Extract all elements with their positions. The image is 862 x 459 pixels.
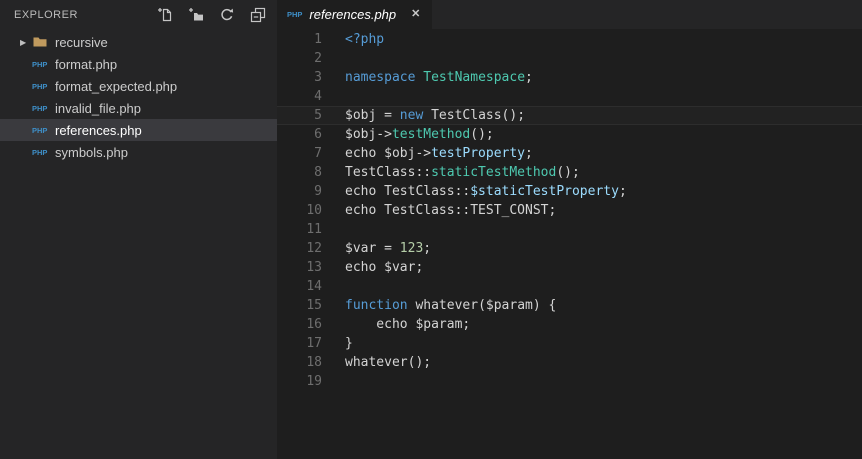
collapse-all-button[interactable] — [249, 6, 267, 24]
file-label: invalid_file.php — [55, 100, 142, 116]
explorer-title: EXPLORER — [14, 9, 78, 21]
code-line-15[interactable]: 15 function whatever($param) { — [277, 296, 862, 315]
code-line-13[interactable]: 13 echo $var; — [277, 258, 862, 277]
line-number: 4 — [314, 89, 322, 104]
code-line-text: <?php — [345, 32, 385, 47]
file-tree: ▶ recursive PHP format.php PHP format_expecte… — [0, 30, 277, 163]
new-folder-icon — [188, 7, 204, 23]
line-number: 15 — [306, 298, 322, 313]
code-line-text: $var = 123; — [345, 241, 432, 256]
code-line-4[interactable]: 4 — [277, 87, 862, 106]
refresh-icon — [219, 7, 235, 23]
code-line-9[interactable]: 9 echo TestClass::$staticTestProperty; — [277, 182, 862, 201]
code-line-text: function whatever($param) { — [345, 298, 557, 313]
code-line-text: TestClass::staticTestMethod(); — [345, 165, 580, 180]
file-label: format_expected.php — [55, 78, 178, 94]
line-number: 14 — [306, 279, 322, 294]
tab-bar: PHP references.php ✕ — [277, 0, 862, 29]
new-file-icon — [157, 7, 173, 23]
code-line-14[interactable]: 14 — [277, 277, 862, 296]
code-line-text: whatever(); — [345, 355, 432, 370]
code-line-19[interactable]: 19 — [277, 372, 862, 391]
php-file-icon: PHP — [32, 103, 48, 113]
code-line-text: echo $var; — [345, 260, 424, 275]
file-item-invalid-file-php[interactable]: PHP invalid_file.php — [0, 97, 277, 119]
code-line-2[interactable]: 2 — [277, 49, 862, 68]
line-number: 16 — [306, 317, 322, 332]
tab-close-icon[interactable]: ✕ — [411, 9, 420, 20]
code-line-text: $obj = new TestClass(); — [345, 108, 526, 123]
line-number: 10 — [306, 203, 322, 218]
code-line-text: $obj->testMethod(); — [345, 127, 494, 142]
code-line-16[interactable]: 16 echo $param; — [277, 315, 862, 334]
line-number: 13 — [306, 260, 322, 275]
code-line-17[interactable]: 17} — [277, 334, 862, 353]
explorer-actions — [156, 6, 267, 24]
line-number: 1 — [314, 32, 322, 47]
chevron-right-icon: ▶ — [20, 37, 27, 47]
code-line-10[interactable]: 10 echo TestClass::TEST_CONST; — [277, 201, 862, 220]
editor-group: PHP references.php ✕ 1 <?php 2 3 namespace T… — [277, 0, 862, 459]
code-line-11[interactable]: 11 — [277, 220, 862, 239]
explorer-header: EXPLORER — [0, 0, 277, 30]
folder-icon — [32, 34, 54, 50]
file-item-recursive[interactable]: ▶ recursive — [0, 31, 277, 53]
line-number: 9 — [314, 184, 322, 199]
vscode-window: EXPLORER ▶ recursive PHP format.php PHP … — [0, 0, 862, 459]
file-item-format-expected-php[interactable]: PHP format_expected.php — [0, 75, 277, 97]
line-number: 7 — [314, 146, 322, 161]
php-file-icon: PHP — [32, 81, 48, 91]
code-line-1[interactable]: 1 <?php — [277, 30, 862, 49]
tab-bar-empty-area — [432, 0, 862, 29]
file-item-format-php[interactable]: PHP format.php — [0, 53, 277, 75]
code-line-7[interactable]: 7 echo $obj->testProperty; — [277, 144, 862, 163]
code-line-8[interactable]: 8 TestClass::staticTestMethod(); — [277, 163, 862, 182]
php-file-icon: PHP — [32, 59, 48, 69]
code-editor[interactable]: 1 <?php 2 3 namespace TestNamespace; 4 5 $obj =… — [277, 29, 862, 459]
code-line-text: echo $obj->testProperty; — [345, 146, 533, 161]
code-line-3[interactable]: 3 namespace TestNamespace; — [277, 68, 862, 87]
code-line-text: echo TestClass::TEST_CONST; — [345, 203, 557, 218]
file-item-references-php[interactable]: PHP references.php — [0, 119, 277, 141]
line-number: 17 — [306, 336, 322, 351]
file-label: format.php — [55, 56, 118, 72]
php-file-icon: PHP — [287, 10, 303, 19]
code-line-text: namespace TestNamespace; — [345, 70, 533, 85]
code-line-text: echo TestClass::$staticTestProperty; — [345, 184, 627, 199]
code-line-18[interactable]: 18 whatever(); — [277, 353, 862, 372]
code-line-6[interactable]: 6 $obj->testMethod(); — [277, 125, 862, 144]
line-number: 18 — [306, 355, 322, 370]
refresh-button[interactable] — [218, 6, 236, 24]
new-folder-button[interactable] — [187, 6, 205, 24]
new-file-button[interactable] — [156, 6, 174, 24]
line-number: 8 — [314, 165, 322, 180]
line-number: 19 — [306, 374, 322, 389]
code-line-text: } — [345, 336, 353, 351]
line-number: 11 — [306, 222, 322, 237]
line-number: 6 — [314, 127, 322, 142]
tab-label: references.php — [309, 7, 397, 22]
php-file-icon: PHP — [32, 125, 48, 135]
file-label: recursive — [55, 34, 108, 50]
file-item-symbols-php[interactable]: PHP symbols.php — [0, 141, 277, 163]
collapse-all-icon — [250, 7, 266, 23]
code-line-text: echo $param; — [345, 317, 471, 332]
tab-references-php[interactable]: PHP references.php ✕ — [277, 0, 433, 29]
line-number: 3 — [314, 70, 322, 85]
code-line-12[interactable]: 12 $var = 123; — [277, 239, 862, 258]
line-number: 2 — [314, 51, 322, 66]
line-number: 5 — [314, 108, 322, 123]
file-label: symbols.php — [55, 144, 128, 160]
line-number: 12 — [306, 241, 322, 256]
explorer-sidebar: EXPLORER ▶ recursive PHP format.php PHP … — [0, 0, 277, 459]
code-line-5[interactable]: 5 $obj = new TestClass(); — [277, 106, 862, 125]
php-file-icon: PHP — [32, 147, 48, 157]
file-label: references.php — [55, 122, 142, 138]
